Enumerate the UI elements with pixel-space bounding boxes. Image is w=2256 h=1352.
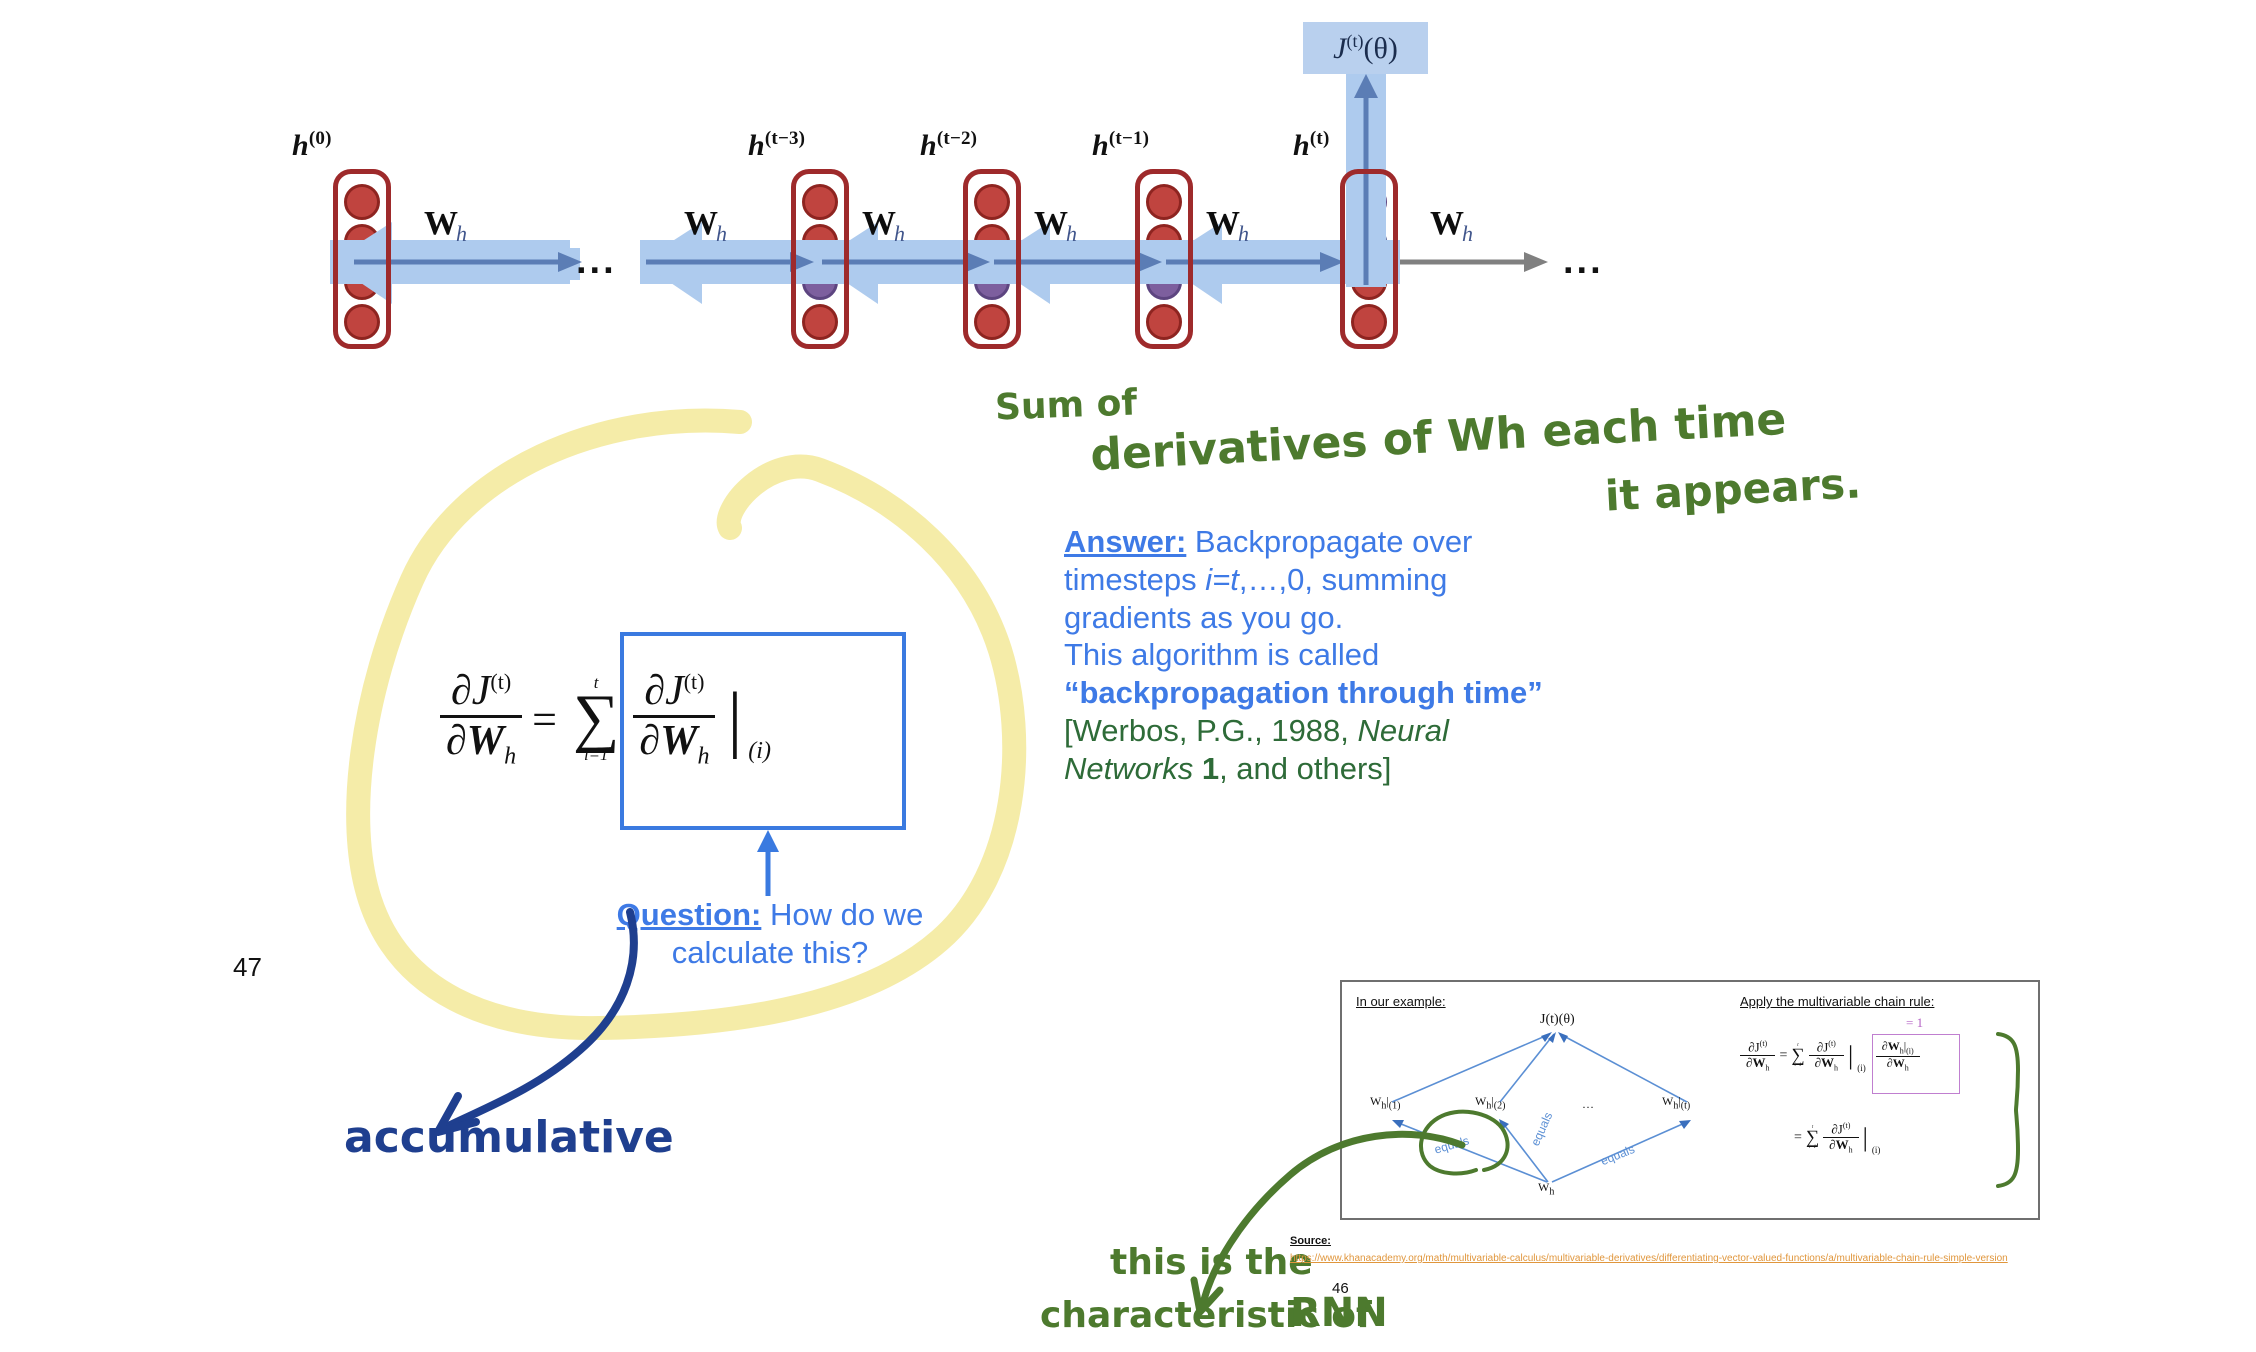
citation-line-2: Networks 1, and others] bbox=[1064, 750, 1392, 786]
equation-equals-sign: = bbox=[532, 694, 557, 744]
equation-lhs-fraction: ∂J(t) ∂Wh bbox=[440, 668, 523, 771]
hidden-state-label-h0: h(0) bbox=[292, 128, 332, 162]
slide46-equation-line-1: ∂J(t) ∂Wh = t ∑ i=1 ∂J(t) ∂Wh | (i) ∂Wh|(i) ∂W… bbox=[1740, 1039, 1920, 1073]
weight-label-wh-2: Wh bbox=[684, 205, 727, 246]
forward-arrow-5 bbox=[1166, 252, 1344, 272]
slide46-equals-one: = 1 bbox=[1906, 1015, 1924, 1030]
ellipsis-right: ... bbox=[1563, 240, 1604, 282]
slide46-node-dots: … bbox=[1582, 1097, 1594, 1111]
slide46-node-wt: Wh|(t) bbox=[1662, 1094, 1691, 1112]
hidden-state-label-h-t-3: h(t−3) bbox=[748, 128, 806, 162]
answer-line-1: Answer: Backpropagate over bbox=[1064, 524, 1473, 559]
hidden-state-label-h-t: h(t) bbox=[1293, 128, 1330, 162]
slide46-right-title: Apply the multivariable chain rule: bbox=[1740, 994, 1935, 1009]
answer-line-2: timesteps i=t,…,0, summing bbox=[1064, 561, 1448, 597]
slide46-node-root: Wh bbox=[1538, 1180, 1555, 1198]
rnn-cell-h0 bbox=[333, 169, 391, 349]
handwritten-curve-to-rnn-note bbox=[1190, 1130, 1466, 1316]
hidden-state-label-h-t-1: h(t−1) bbox=[1092, 128, 1150, 162]
weight-label-wh-1: Wh bbox=[424, 205, 467, 246]
weight-label-wh-4: Wh bbox=[1034, 205, 1077, 246]
loss-function-box: J(t)(θ) bbox=[1303, 22, 1428, 74]
weight-label-wh-3: Wh bbox=[862, 205, 905, 246]
weight-label-wh-5: Wh bbox=[1206, 205, 1249, 246]
question-pointer-arrow bbox=[757, 830, 779, 896]
rnn-cell-h-t bbox=[1340, 169, 1398, 349]
answer-line-5: “backpropagation through time” bbox=[1064, 675, 1543, 711]
page-number: 47 bbox=[233, 952, 262, 982]
equation-summation: t ∑ i=1 bbox=[572, 674, 620, 765]
answer-label: Answer: bbox=[1064, 524, 1187, 559]
hidden-state-label-h-t-2: h(t−2) bbox=[920, 128, 978, 162]
slide46-equation-line-2: = t ∑ i=1 ∂J(t) ∂Wh | (i) bbox=[1794, 1121, 1881, 1155]
rnn-cell-h-t-2 bbox=[963, 169, 1021, 349]
slide46-handwritten-bracket bbox=[1996, 1032, 2021, 1188]
equation-rhs-numerator: ∂J(t) bbox=[633, 668, 716, 719]
equation-lhs-denominator: ∂Wh bbox=[446, 718, 517, 770]
slide-canvas: J(t)(θ) h(0) h(t−3) h(t−2) h(t−1) h(t) W… bbox=[0, 0, 2256, 1352]
question-line-2: calculate this? bbox=[671, 934, 869, 970]
question-line-1: How do we bbox=[761, 897, 924, 932]
answer-line-4: This algorithm is called bbox=[1064, 637, 1380, 673]
weight-label-wh-6: Wh bbox=[1430, 205, 1473, 246]
rnn-cell-h-t-3 bbox=[791, 169, 849, 349]
forward-arrow-out bbox=[1400, 252, 1548, 272]
handwritten-arrow-accumulative bbox=[434, 908, 638, 1136]
answer-text-block: Answer: Backpropagate over timesteps i=t… bbox=[1064, 523, 1624, 788]
rnn-cell-h-t-1 bbox=[1135, 169, 1193, 349]
equation-rhs-fraction: ∂J(t) ∂Wh bbox=[633, 668, 716, 771]
citation-line-1: [Werbos, P.G., 1988, Neural bbox=[1064, 713, 1449, 749]
equation-eval-subscript: (i) bbox=[748, 737, 771, 764]
equation-lhs-numerator: ∂J(t) bbox=[440, 668, 523, 719]
sum-symbol: ∑ bbox=[572, 682, 620, 755]
loss-function-label: J(t)(θ) bbox=[1333, 30, 1398, 65]
ellipsis-left: ... bbox=[576, 240, 617, 282]
answer-line-3: gradients as you go. bbox=[1064, 599, 1344, 635]
equation-eval-bar: | bbox=[727, 677, 743, 760]
main-equation: ∂J(t) ∂Wh = t ∑ i=1 ∂J(t) ∂Wh | (i) bbox=[440, 668, 771, 771]
handwritten-note-it-appears: it appears. bbox=[1603, 458, 1863, 521]
equation-rhs-denominator: ∂Wh bbox=[639, 718, 710, 770]
